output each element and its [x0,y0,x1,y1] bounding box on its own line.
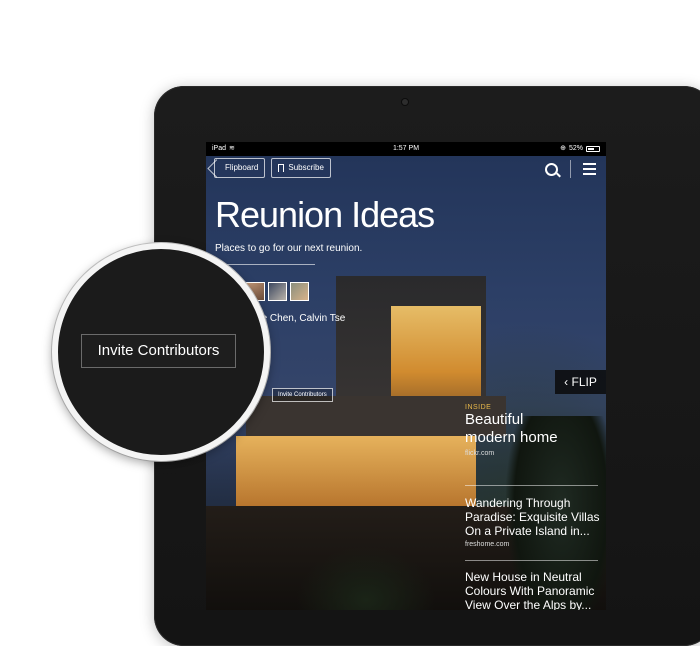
story-headline: On a Private Island in... [465,524,590,538]
story-headline: Colours With Panoramic [465,584,595,598]
battery-icon [586,146,600,152]
battery-percent: 52% [568,145,583,152]
magazine-subtitle: Places to go for our next reunion. [215,243,363,254]
lock-rotation-icon: ⊕ [560,145,566,152]
back-button[interactable]: Flipboard [214,158,266,178]
invite-contributors-button[interactable]: Invite Contributors [272,388,333,402]
top-toolbar: Flipboard Subscribe [214,158,331,178]
camera-icon [402,99,408,105]
shrub [296,546,436,610]
story-divider [465,485,598,486]
magnifier-callout: Invite Contributors [52,243,270,461]
story-source: freshome.com [465,541,510,548]
story-headline: Wandering Through [465,496,571,510]
subscribe-label: Subscribe [288,163,324,172]
invite-contributors-zoomed[interactable]: Invite Contributors [81,334,236,368]
menu-icon[interactable] [583,163,596,175]
title-divider [215,264,315,265]
back-button-label: Flipboard [225,163,259,172]
story-headline: View Over the Alps by... [465,598,592,610]
flip-label: FLIP [571,375,597,389]
flip-button[interactable]: ‹ FLIP [555,370,606,394]
status-bar: iPad ≋ 1:57 PM ⊕ 52% [206,142,606,156]
subscribe-button[interactable]: Subscribe [271,158,331,178]
house-lit-floor [236,436,476,506]
toolbar-divider [570,160,571,178]
story-headline: New House in Neutral [465,570,582,584]
story-headline: Beautiful [465,411,524,428]
avatar[interactable] [268,282,287,301]
story-card[interactable]: New House in Neutral Colours With Panora… [465,570,594,610]
avatar[interactable] [290,282,309,301]
search-icon[interactable] [545,162,558,176]
story-card[interactable]: INSIDE Beautiful modern home flickr.com [465,404,558,457]
status-time: 1:57 PM [392,145,420,152]
story-card[interactable]: Wandering Through Paradise: Exquisite Vi… [465,496,600,548]
bookmark-icon [278,164,285,172]
story-source: flickr.com [465,450,495,457]
story-headline: Paradise: Exquisite Villas [465,510,600,524]
top-icons [545,160,596,178]
story-divider [465,560,598,561]
magazine-title: Reunion Ideas [215,194,435,235]
story-headline: modern home [465,429,558,446]
story-kicker: INSIDE [465,404,492,411]
